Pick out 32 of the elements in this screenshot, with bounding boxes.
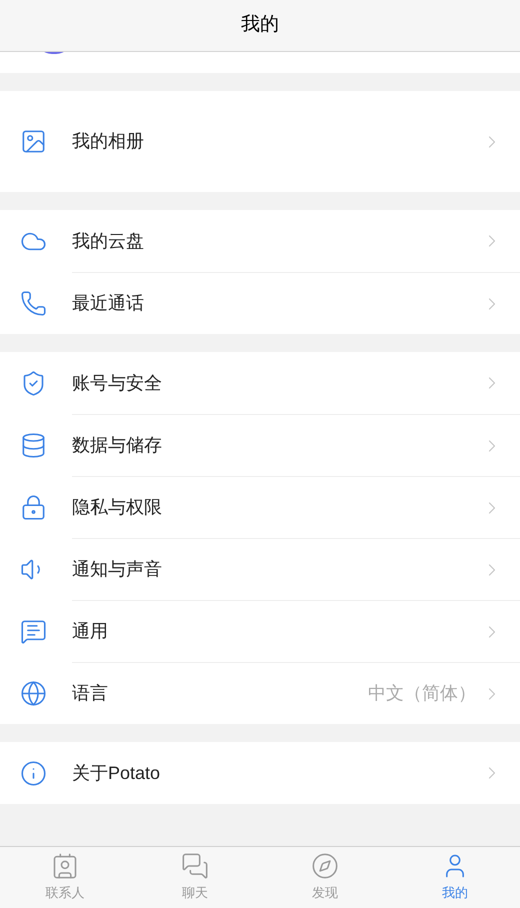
menu-item[interactable]: 通用	[0, 600, 520, 662]
menu-value: 中文（简体）	[368, 682, 476, 705]
menu-label: 语言	[72, 682, 109, 705]
menu-label: 账号与安全	[72, 372, 163, 394]
menu-item[interactable]: 我的相册	[0, 91, 520, 192]
menu-label: 我的相册	[72, 130, 145, 153]
contact-card-icon	[51, 852, 79, 880]
menu-item[interactable]: 我的云盘	[0, 210, 520, 272]
menu-label: 隐私与权限	[72, 496, 163, 519]
image-icon	[20, 128, 47, 155]
menu-label: 通用	[72, 620, 109, 643]
chat-bubbles-icon	[181, 852, 209, 880]
phone-icon	[20, 290, 47, 316]
menu-label: 数据与储存	[72, 434, 163, 457]
page-title: 我的	[241, 13, 279, 38]
globe-icon	[20, 680, 47, 706]
compass-icon	[311, 852, 339, 880]
lock-icon	[20, 494, 47, 520]
menu-item[interactable]: 关于Potato	[0, 742, 520, 804]
database-icon	[20, 432, 47, 458]
menu-item[interactable]: 数据与储存	[0, 414, 520, 476]
menu-item[interactable]: 隐私与权限	[0, 476, 520, 538]
info-icon	[20, 760, 47, 786]
tab[interactable]: 我的	[390, 847, 520, 908]
menu-label: 关于Potato	[72, 762, 162, 784]
menu-label: 我的云盘	[72, 230, 145, 252]
menu-label: 通知与声音	[72, 558, 163, 581]
menu-item[interactable]: 通知与声音	[0, 538, 520, 600]
menu-item[interactable]: 语言 中文（简体）	[0, 662, 520, 724]
menu-item[interactable]: 最近通话	[0, 272, 520, 334]
menu-label: 最近通话	[72, 292, 145, 315]
menu-item[interactable]: 账号与安全	[0, 352, 520, 414]
